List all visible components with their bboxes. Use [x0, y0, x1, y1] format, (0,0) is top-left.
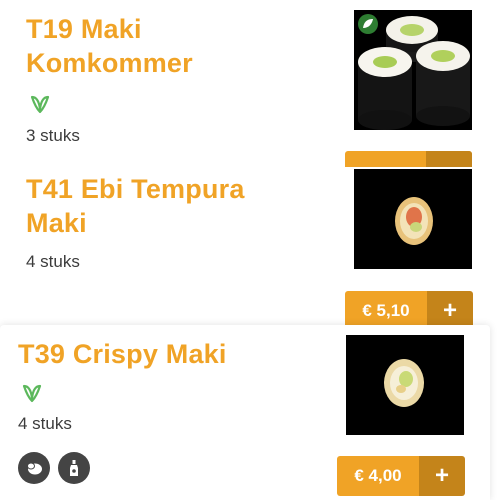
item-title-line1: T41 Ebi Tempura — [26, 174, 245, 204]
price-add-button[interactable]: € 4,00 + — [337, 456, 465, 496]
menu-list-top: T19 Maki Komkommer 3 stuks T41 Ebi Tempu… — [0, 0, 500, 331]
item-title[interactable]: T39 Crispy Maki — [18, 337, 227, 371]
item-title-line2: Maki — [26, 208, 87, 238]
egg-icon[interactable] — [18, 452, 50, 484]
price-button-stub[interactable] — [345, 151, 472, 167]
item-photo[interactable] — [346, 335, 464, 435]
item-title-line1: T19 Maki — [26, 14, 142, 44]
vegetarian-icon — [22, 384, 42, 403]
sauce-bottle-icon[interactable] — [58, 452, 90, 484]
menu-item-card: T39 Crispy Maki 4 stuks € 4,00 + — [0, 325, 490, 500]
item-title[interactable]: T41 Ebi Tempura Maki — [26, 172, 245, 240]
price-label[interactable]: € 4,00 — [337, 456, 419, 496]
item-photo[interactable] — [354, 169, 472, 269]
add-button[interactable]: + — [419, 456, 465, 496]
item-quantity: 4 stuks — [26, 252, 80, 271]
item-photo[interactable] — [354, 10, 472, 130]
item-quantity: 3 stuks — [26, 126, 80, 145]
item-title-line2: Komkommer — [26, 48, 193, 78]
item-quantity: 4 stuks — [18, 414, 72, 433]
vegetarian-icon — [30, 95, 50, 114]
add-button-stub[interactable] — [426, 151, 472, 167]
item-title[interactable]: T19 Maki Komkommer — [26, 12, 193, 80]
